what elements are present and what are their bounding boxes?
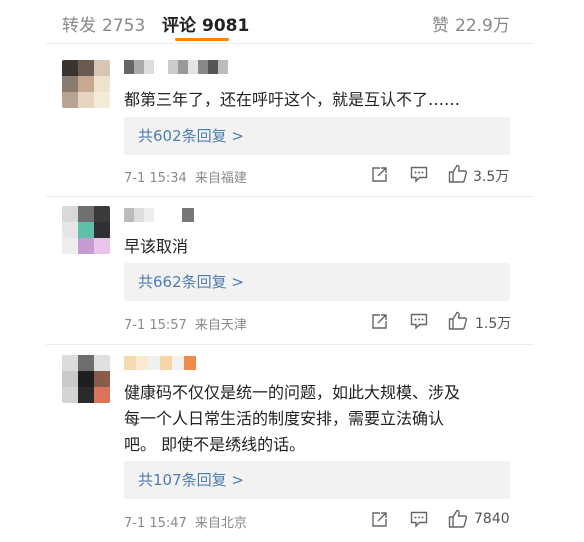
tab-comment-label: 评论 xyxy=(162,16,196,36)
repost-icon[interactable] xyxy=(371,166,388,183)
tab-like-count: 22.9万 xyxy=(455,16,510,36)
comment-time: 7-1 15:47 xyxy=(124,516,187,531)
comment-icon[interactable] xyxy=(410,313,428,330)
active-tab-indicator xyxy=(175,38,229,41)
comment-source: 来自北京 xyxy=(194,516,247,531)
comment-source: 来自福建 xyxy=(194,171,247,186)
replies-link[interactable]: 共602条回复 > xyxy=(124,117,510,155)
comment-source: 来自天津 xyxy=(194,318,247,333)
avatar[interactable] xyxy=(62,355,110,403)
tabs-divider xyxy=(46,43,534,44)
like-count: 3.5万 xyxy=(473,169,510,185)
comment-meta: 7-1 15:47 来自北京 xyxy=(124,512,247,531)
comment-text-line: 健康码不仅仅是统一的问题，如此大规模、涉及 xyxy=(124,383,461,402)
comment-divider xyxy=(46,196,534,197)
avatar[interactable] xyxy=(62,206,110,254)
replies-link[interactable]: 共662条回复 > xyxy=(124,263,510,301)
like-icon[interactable] xyxy=(448,164,467,183)
tab-bar: 转发 2753 评论 9081 赞 22.9万 xyxy=(0,0,584,42)
username-blurred[interactable] xyxy=(124,208,194,222)
tab-comment[interactable]: 评论 9081 xyxy=(162,11,249,36)
tab-like[interactable]: 赞 22.9万 xyxy=(432,11,510,36)
comment-meta: 7-1 15:57 来自天津 xyxy=(124,314,247,333)
comment-icon[interactable] xyxy=(410,166,428,183)
avatar[interactable] xyxy=(62,60,110,108)
repost-icon[interactable] xyxy=(371,313,388,330)
like-count: 7840 xyxy=(474,511,510,527)
tab-repost[interactable]: 转发 2753 xyxy=(62,11,145,36)
tab-comment-count: 9081 xyxy=(202,16,250,36)
comment-text: 都第三年了，还在呼吁这个，就是互认不了…… xyxy=(124,90,461,109)
comment-time: 7-1 15:57 xyxy=(124,318,187,333)
repost-icon[interactable] xyxy=(371,511,388,528)
username-blurred[interactable] xyxy=(124,60,228,74)
comment-meta: 7-1 15:34 来自福建 xyxy=(124,167,247,186)
comment-text: 早该取消 xyxy=(124,237,189,256)
comment-text: 健康码不仅仅是统一的问题，如此大规模、涉及 每一个人日常生活的制度安排，需要立法… xyxy=(124,380,524,458)
tab-repost-label: 转发 xyxy=(62,16,96,36)
like-icon[interactable] xyxy=(448,509,467,528)
tab-repost-count: 2753 xyxy=(102,16,146,36)
comment-text-line: 每一个人日常生活的制度安排，需要立法确认 xyxy=(124,409,445,428)
like-count: 1.5万 xyxy=(475,316,512,332)
replies-link[interactable]: 共107条回复 > xyxy=(124,461,510,499)
tab-like-label: 赞 xyxy=(432,16,449,36)
comment-time: 7-1 15:34 xyxy=(124,171,187,186)
username-blurred[interactable] xyxy=(124,356,196,370)
comment-icon[interactable] xyxy=(410,511,428,528)
like-icon[interactable] xyxy=(448,311,467,330)
comment-text-line: 吧。 即使不是绣线的话。 xyxy=(124,435,306,454)
comment-divider xyxy=(46,344,534,345)
